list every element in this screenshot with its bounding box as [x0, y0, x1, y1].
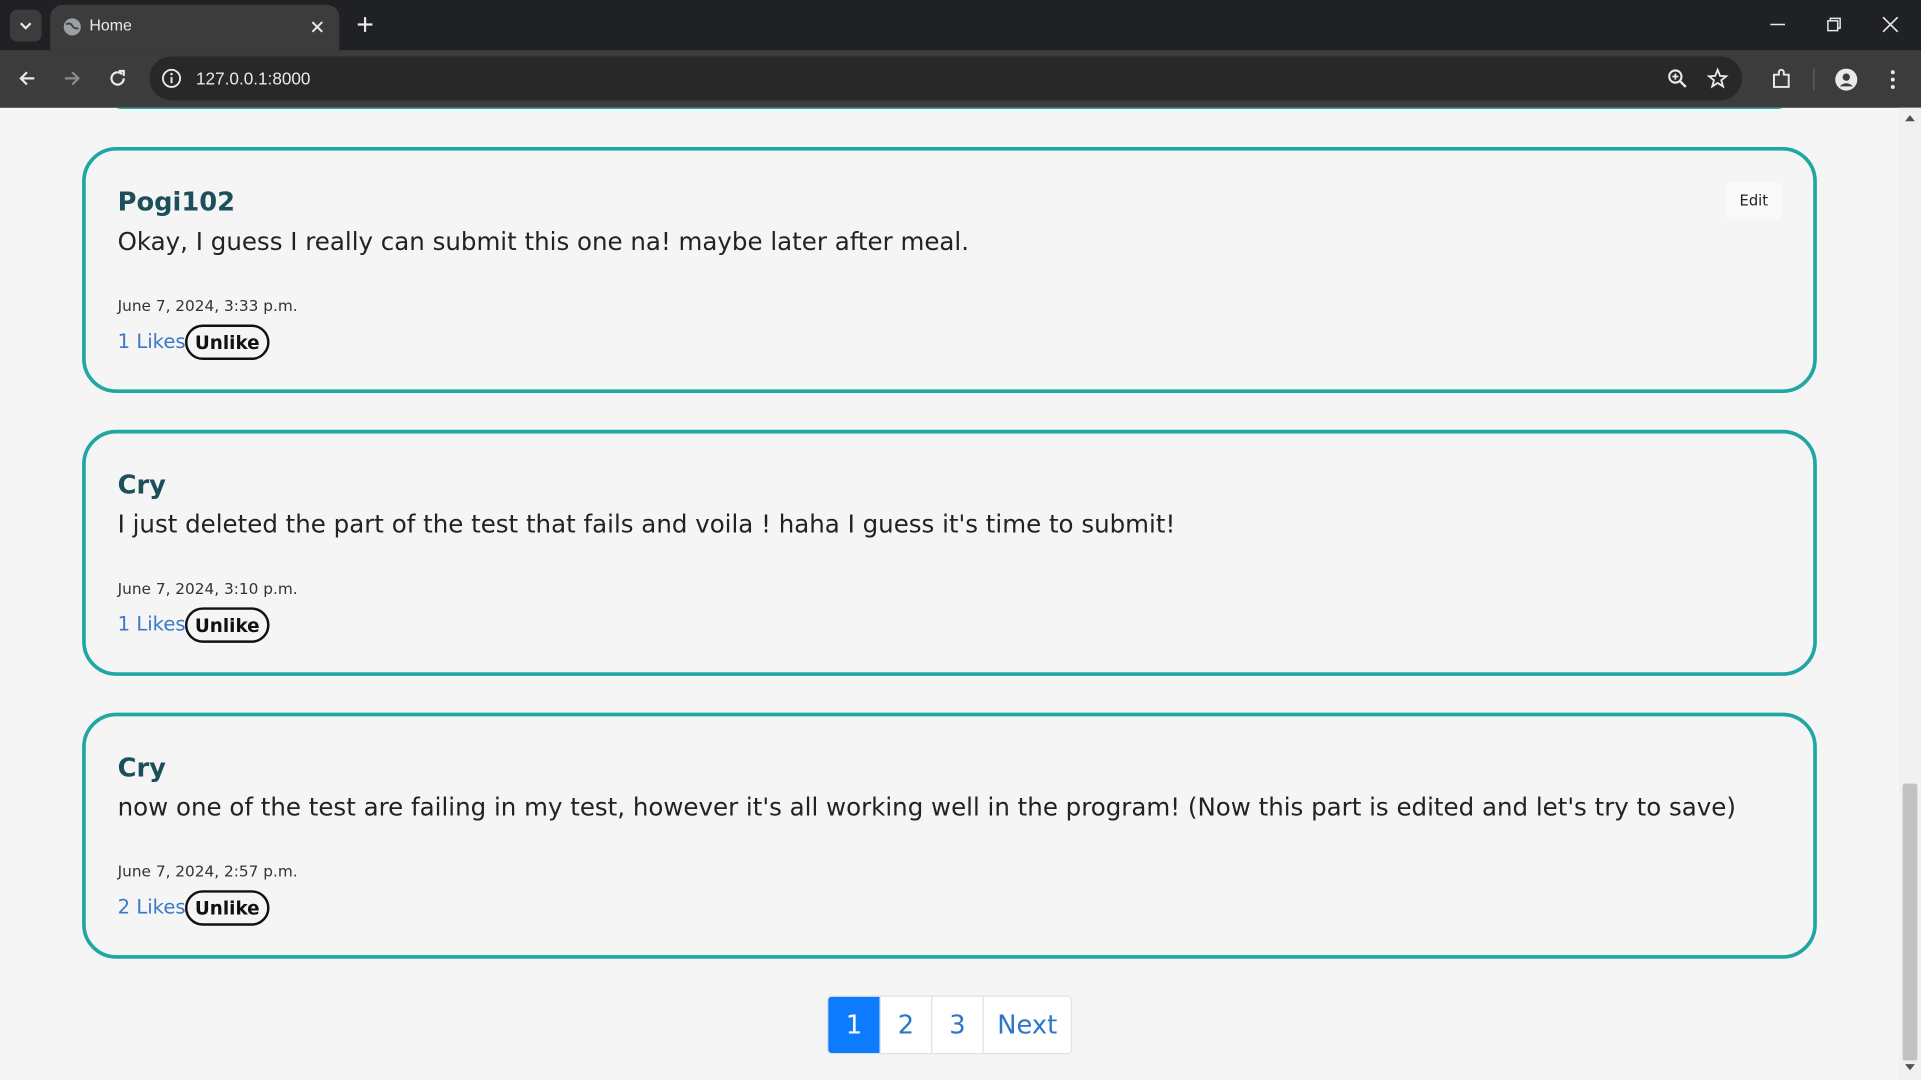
zoom-icon[interactable]	[1666, 67, 1688, 89]
post-body: Okay, I guess I really can submit this o…	[117, 226, 970, 256]
page-link-3[interactable]: 3	[931, 996, 983, 1054]
unlike-button[interactable]: Unlike	[184, 324, 270, 361]
post-body: now one of the test are failing in my te…	[117, 792, 1736, 822]
active-tab[interactable]: Home	[50, 4, 340, 51]
extensions-puzzle-icon[interactable]	[1769, 67, 1794, 91]
address-bar[interactable]: 127.0.0.1:8000	[149, 56, 1743, 101]
post-date: June 7, 2024, 2:57 p.m.	[117, 862, 298, 881]
post-author[interactable]: Cry	[118, 753, 166, 782]
close-window-icon[interactable]	[1878, 12, 1903, 36]
globe-icon	[63, 18, 81, 36]
scroll-up-arrow-icon[interactable]	[1905, 115, 1915, 122]
close-icon[interactable]	[308, 17, 328, 37]
restore-icon[interactable]	[1822, 12, 1847, 36]
tab-search-button[interactable]	[9, 9, 42, 42]
page-link-1[interactable]: 1	[828, 996, 880, 1054]
profile-avatar-icon[interactable]	[1834, 67, 1859, 91]
site-info-icon[interactable]	[160, 67, 182, 89]
likes-count: 2 Likes	[117, 895, 186, 919]
reload-icon[interactable]	[107, 67, 129, 89]
likes-count: 1 Likes	[117, 612, 186, 636]
post-card: Pogi102 Okay, I guess I really can submi…	[82, 146, 1817, 394]
edit-button[interactable]: Edit	[1726, 182, 1782, 220]
unlike-button[interactable]: Unlike	[184, 607, 270, 643]
toolbar-separator	[1813, 68, 1815, 91]
new-tab-plus-icon[interactable]	[354, 13, 376, 35]
browser-toolbar: 127.0.0.1:8000	[0, 50, 1921, 108]
likes-count: 1 Likes	[117, 329, 186, 353]
tab-title: Home	[89, 15, 132, 35]
page-link-2[interactable]: 2	[879, 996, 932, 1054]
scroll-down-arrow-icon[interactable]	[1905, 1064, 1915, 1071]
pagination: 1 2 3 Next	[826, 995, 1072, 1055]
previous-post-card-edge	[110, 107, 1789, 109]
vertical-scrollbar[interactable]	[1898, 107, 1921, 1080]
post-card: Cry I just deleted the part of the test …	[82, 429, 1817, 676]
tab-strip: Home	[0, 0, 1921, 51]
unlike-button[interactable]: Unlike	[184, 890, 270, 926]
post-body: I just deleted the part of the test that…	[117, 509, 1176, 539]
url-text[interactable]: 127.0.0.1:8000	[196, 69, 310, 89]
post-date: June 7, 2024, 3:33 p.m.	[117, 296, 298, 315]
post-author[interactable]: Cry	[118, 470, 166, 499]
post-card: Cry now one of the test are failing in m…	[82, 712, 1817, 959]
scroll-thumb[interactable]	[1902, 783, 1918, 1061]
next-page-link[interactable]: Next	[982, 996, 1071, 1054]
minimize-icon[interactable]	[1765, 12, 1790, 36]
chevron-down-icon	[20, 22, 32, 30]
forward-arrow-icon[interactable]	[61, 67, 83, 89]
browser-window: Home 127.0.0.1:8000 Pogi102 Okay, I gues…	[0, 0, 1921, 1080]
bookmark-star-icon[interactable]	[1706, 67, 1729, 89]
more-menu-icon[interactable]	[1881, 67, 1906, 91]
post-date: June 7, 2024, 3:10 p.m.	[117, 579, 298, 598]
back-arrow-icon[interactable]	[16, 67, 38, 89]
post-author[interactable]: Pogi102	[118, 187, 235, 216]
page-viewport: Pogi102 Okay, I guess I really can submi…	[0, 107, 1921, 1080]
